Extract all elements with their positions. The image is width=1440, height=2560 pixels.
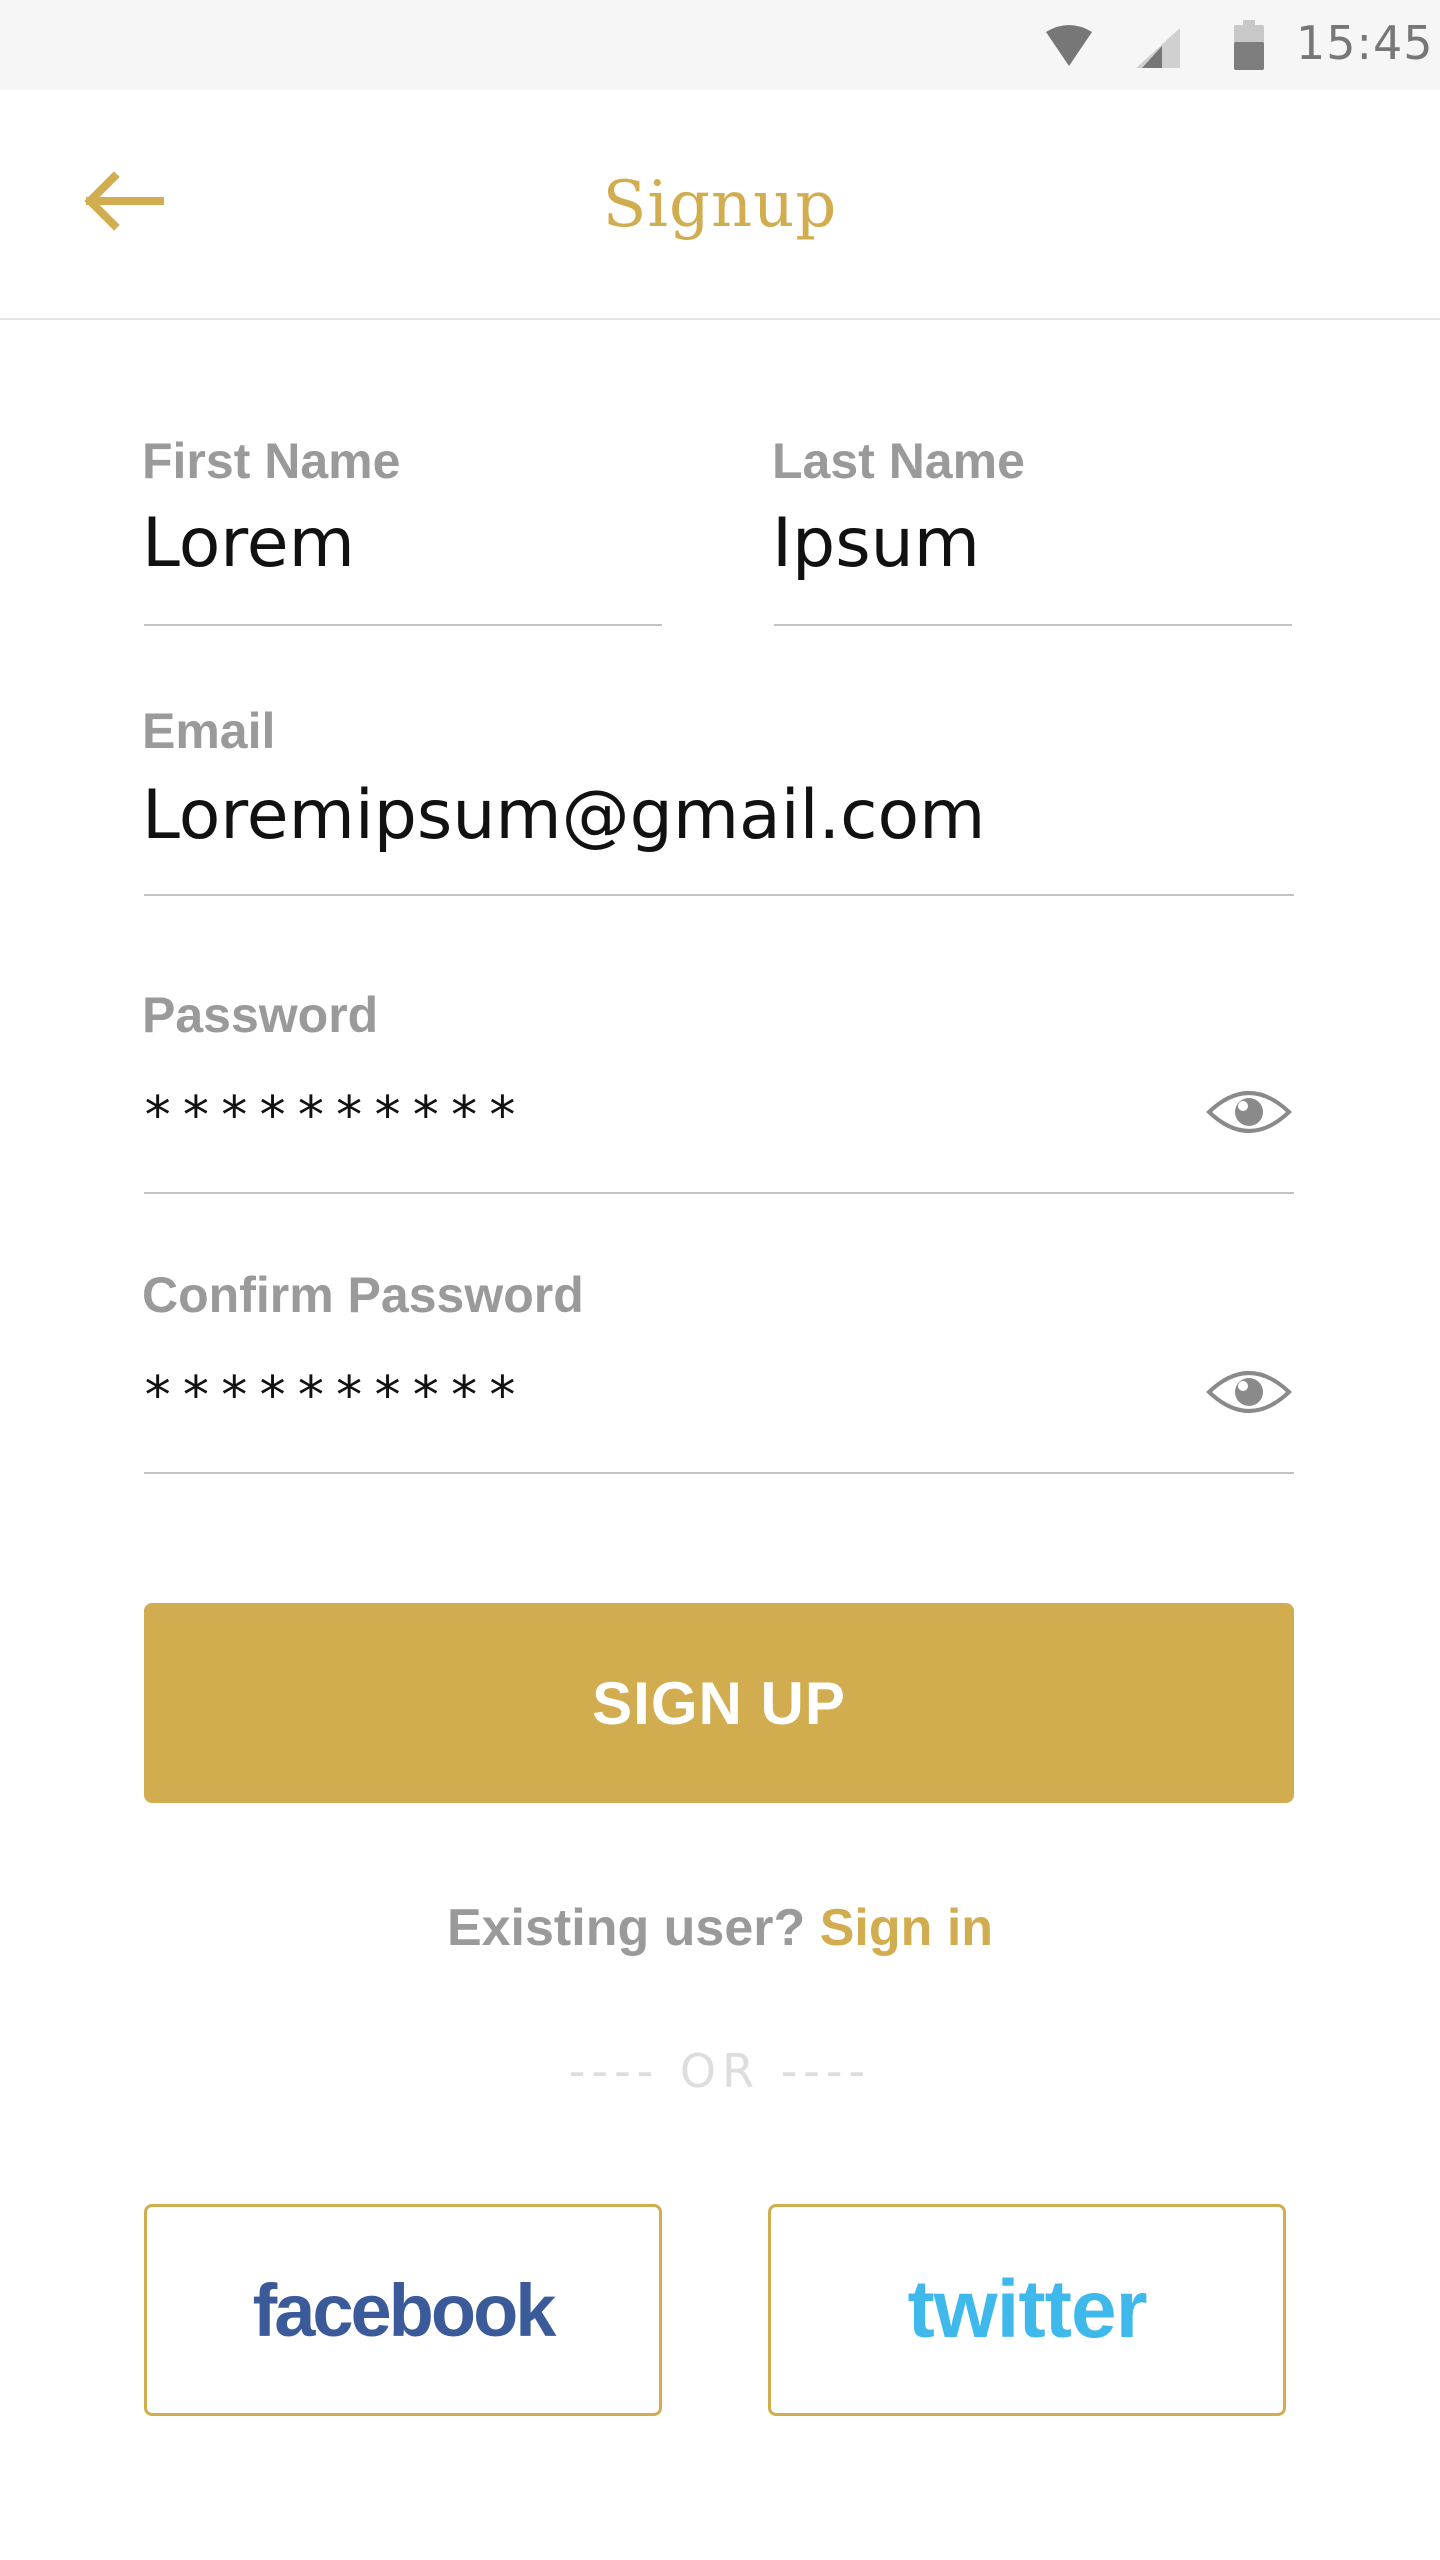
eye-icon[interactable] xyxy=(1206,1084,1292,1140)
password-underline xyxy=(144,1192,1294,1194)
first-name-field: First Name Lorem xyxy=(142,432,662,632)
password-label: Password xyxy=(142,987,379,1043)
password-input[interactable]: ********** xyxy=(142,1086,525,1146)
signup-button[interactable]: SIGN UP xyxy=(144,1603,1294,1803)
last-name-label: Last Name xyxy=(772,433,1025,489)
last-name-field: Last Name Ipsum xyxy=(772,432,1292,632)
confirm-password-input[interactable]: ********** xyxy=(142,1366,525,1426)
password-field: Password ********** xyxy=(142,986,1294,1196)
page-title: Signup xyxy=(602,168,838,242)
confirm-password-underline xyxy=(144,1472,1294,1474)
confirm-password-label: Confirm Password xyxy=(142,1267,584,1323)
last-name-underline xyxy=(774,624,1292,626)
confirm-password-field: Confirm Password ********** xyxy=(142,1266,1294,1476)
first-name-input[interactable]: Lorem xyxy=(142,504,355,583)
battery-icon xyxy=(1234,20,1264,70)
app-header: Signup xyxy=(0,90,1440,320)
email-underline xyxy=(144,894,1294,896)
last-name-input[interactable]: Ipsum xyxy=(772,504,980,583)
facebook-logo: facebook xyxy=(252,2268,557,2352)
first-name-underline xyxy=(144,624,662,626)
eye-icon[interactable] xyxy=(1206,1364,1292,1420)
existing-user-prompt: Existing user? Sign in xyxy=(0,1898,1440,1958)
cellular-signal-icon xyxy=(1136,28,1180,68)
or-divider: ---- OR ---- xyxy=(568,2044,872,2098)
email-input[interactable]: Loremipsum@gmail.com xyxy=(142,776,985,855)
facebook-login-button[interactable]: facebook xyxy=(144,2204,662,2416)
email-field: Email Loremipsum@gmail.com xyxy=(142,702,1294,902)
first-name-label: First Name xyxy=(142,433,401,489)
twitter-logo: twitter xyxy=(907,2264,1148,2355)
email-label: Email xyxy=(142,703,276,759)
wifi-icon xyxy=(1046,25,1092,66)
clock-time: 15:45 xyxy=(1296,16,1434,70)
status-bar: 15:45 xyxy=(0,0,1440,90)
existing-user-text: Existing user? xyxy=(446,1899,806,1957)
signin-link[interactable]: Sign in xyxy=(820,1899,993,1957)
twitter-login-button[interactable]: twitter xyxy=(768,2204,1286,2416)
